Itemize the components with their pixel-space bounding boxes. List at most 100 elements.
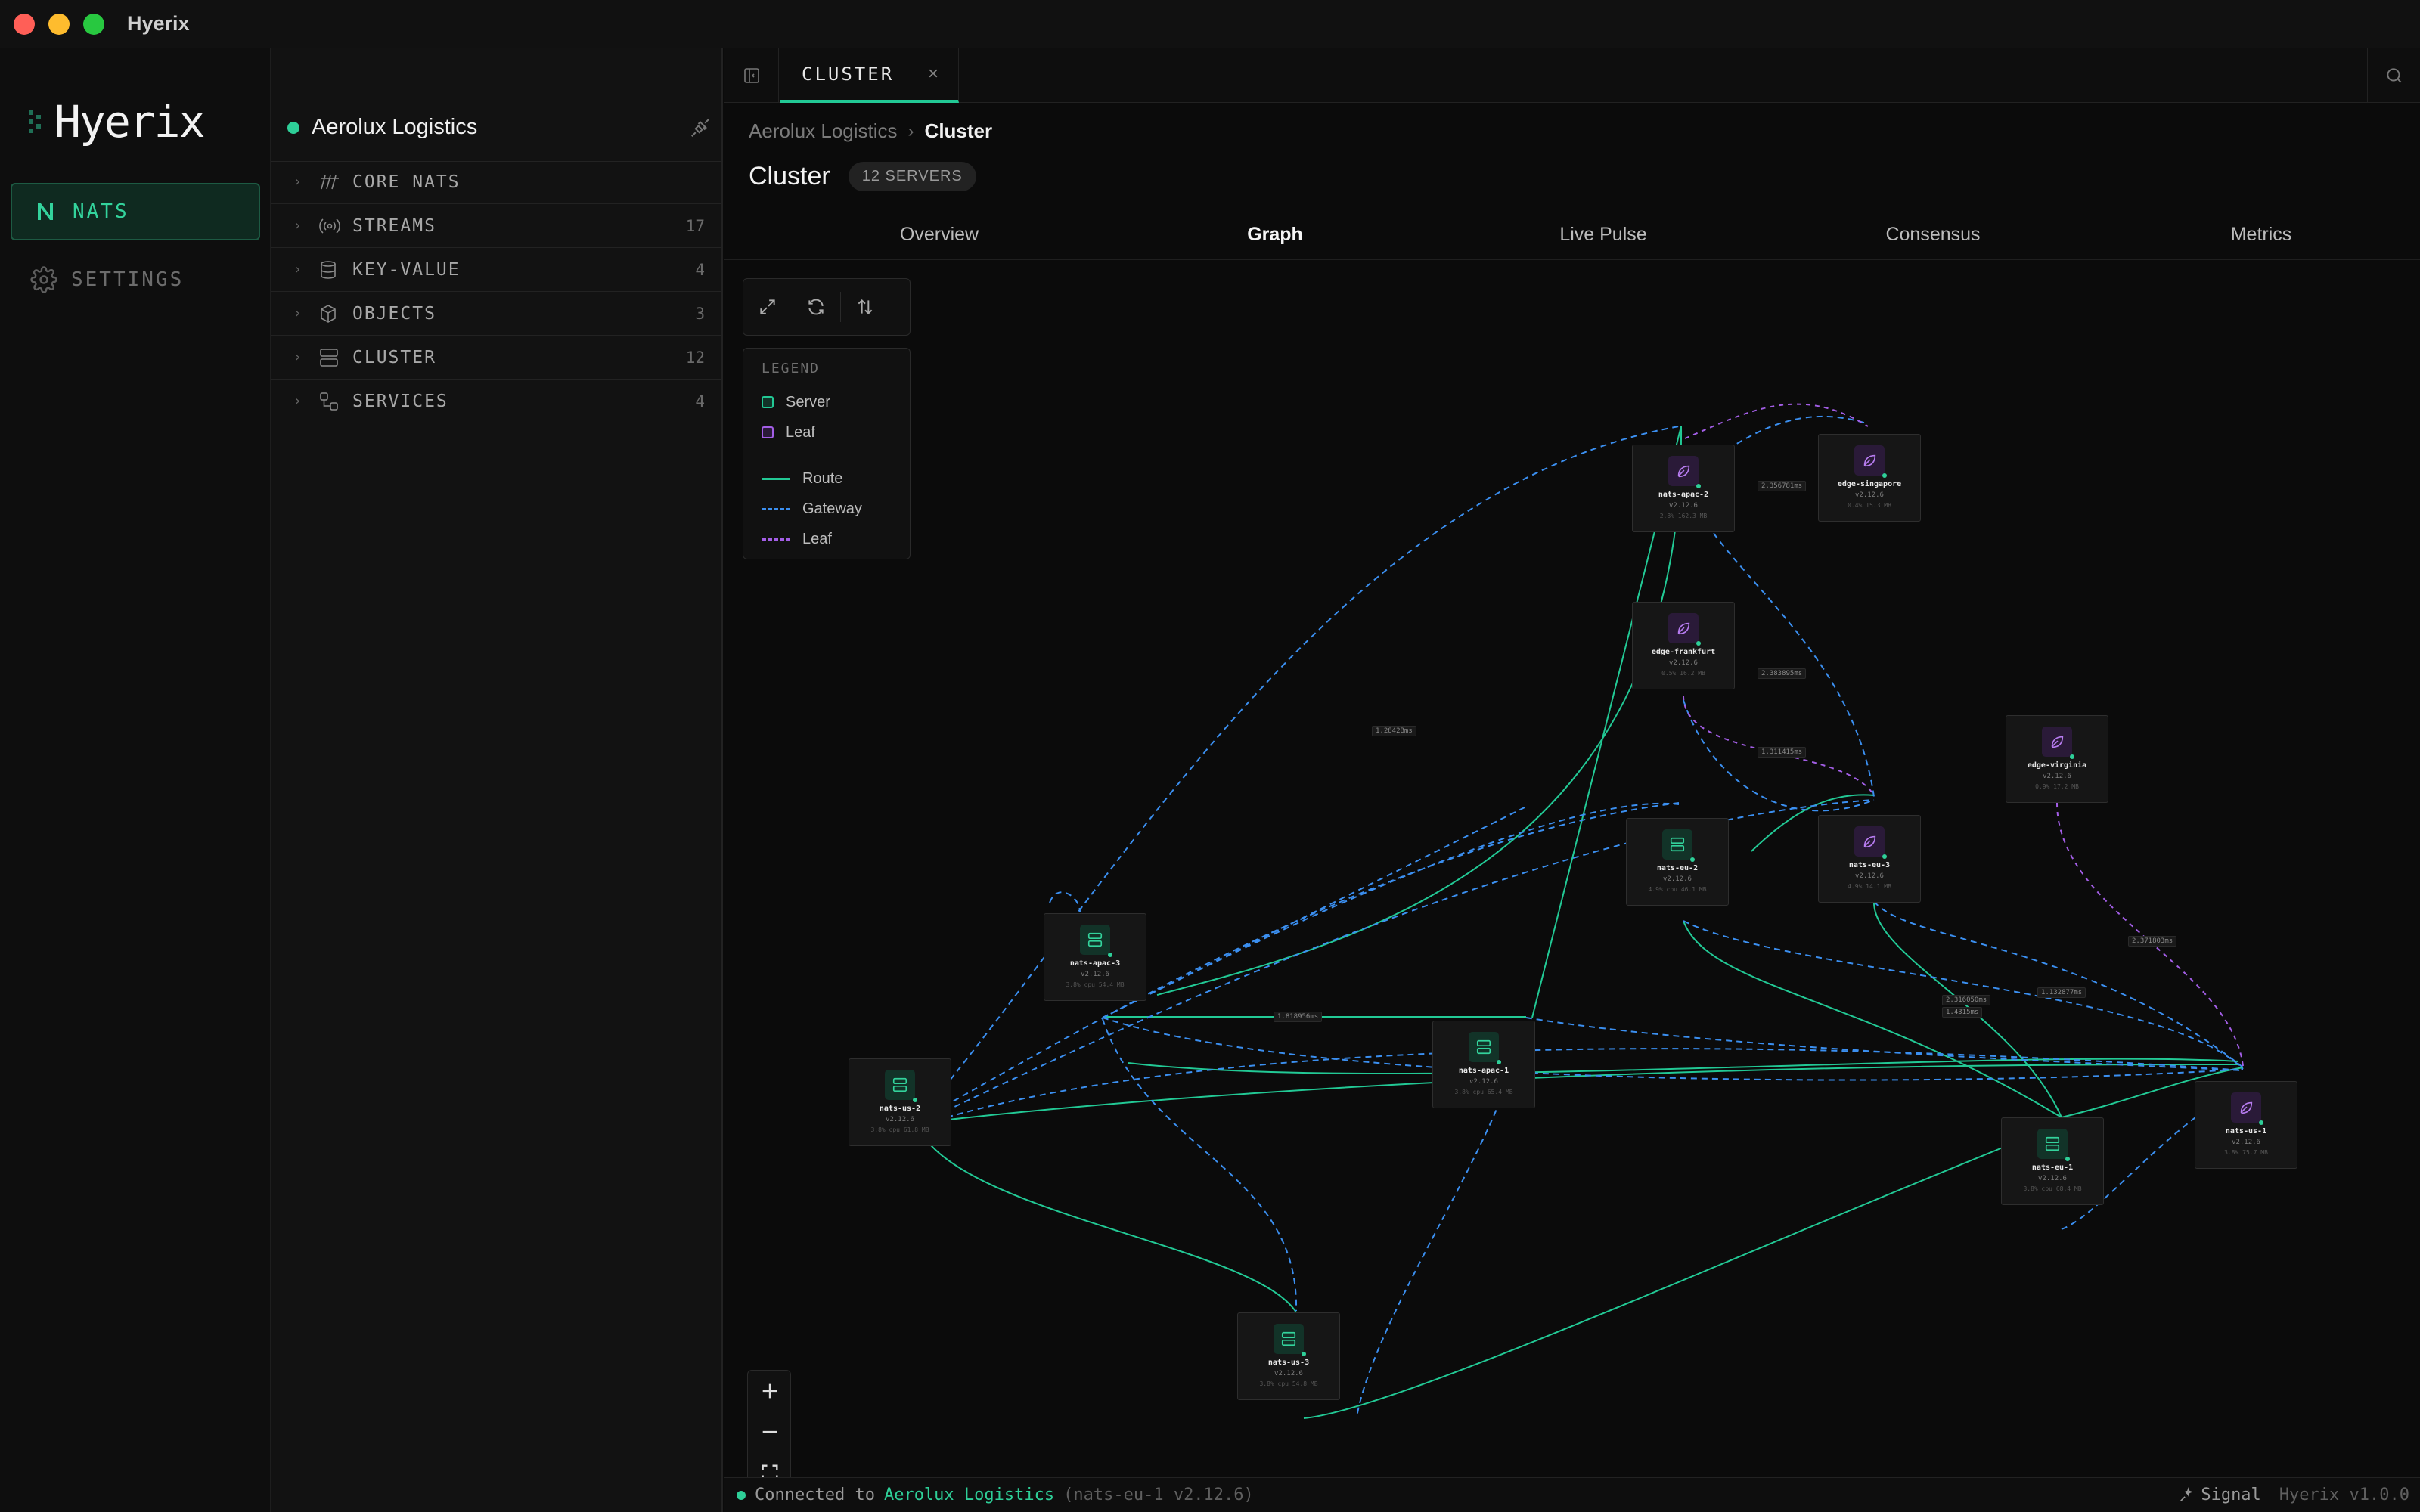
graph-node-server[interactable]: nats-apac-1 v2.12.6 3.8% cpu 65.4 MB (1432, 1021, 1535, 1108)
tab-overview[interactable]: Overview (826, 209, 1053, 260)
close-tab-icon[interactable]: × (928, 64, 958, 85)
tab-cluster[interactable]: CLUSTER × (780, 48, 959, 103)
nav-item-nats[interactable]: NATS (11, 183, 260, 240)
brand-mark-icon (26, 104, 51, 139)
route-edge (916, 1123, 1297, 1313)
tab-consensus[interactable]: Consensus (1820, 209, 2046, 260)
edge-latency-label: 2.356781ms (1758, 481, 1807, 491)
edge-latency-label: 1.132877ms (2037, 987, 2086, 998)
search-icon (2386, 68, 2401, 83)
connection-status-dot (737, 1490, 746, 1500)
graph-node-leaf[interactable]: edge-singapore v2.12.6 0.4% 15.3 MB (1818, 434, 1921, 522)
legend-label: Leaf (786, 423, 815, 441)
legend-item-route: Route (762, 463, 892, 494)
server-icon (885, 1070, 917, 1102)
graph-node-server[interactable]: nats-us-2 v2.12.6 3.8% cpu 61.8 MB (849, 1058, 951, 1146)
nav-item-nats-label: NATS (73, 200, 129, 223)
refresh-icon (808, 299, 824, 315)
node-stats: 3.8% cpu 68.4 MB (2023, 1185, 2082, 1192)
graph-node-server[interactable]: nats-apac-3 v2.12.6 3.8% cpu 54.4 MB (1044, 913, 1146, 1001)
node-name: edge-frankfurt (1651, 648, 1716, 656)
graph-node-server[interactable]: nats-us-3 v2.12.6 3.8% cpu 54.8 MB (1237, 1312, 1340, 1400)
tree-item-objects[interactable]: › OBJECTS 3 (271, 292, 723, 336)
graph-node-leaf[interactable]: edge-frankfurt v2.12.6 0.5% 16.2 MB (1632, 602, 1735, 689)
graph-node-leaf[interactable]: nats-us-1 v2.12.6 3.8% 75.7 MB (2195, 1081, 2297, 1169)
nav-item-settings[interactable]: SETTINGS (11, 251, 260, 308)
node-stats: 3.8% cpu 65.4 MB (1454, 1089, 1513, 1095)
disconnect-plug-icon[interactable] (678, 116, 723, 139)
tree-item-streams[interactable]: › STREAMS 17 (271, 204, 723, 248)
node-version: v2.12.6 (886, 1116, 914, 1123)
graph-node-leaf[interactable]: edge-virginia v2.12.6 0.9% 17.2 MB (2006, 715, 2108, 803)
zoom-in-button[interactable] (748, 1371, 792, 1411)
leaf-icon (1668, 456, 1701, 488)
edge-latency-label: 2.383895ms (1758, 668, 1807, 679)
graph-node-leaf[interactable]: nats-eu-3 v2.12.6 4.9% 14.1 MB (1818, 815, 1921, 903)
collapse-sidebar-button[interactable] (724, 48, 779, 103)
chevron-right-icon: › (293, 262, 303, 277)
node-name: edge-singapore (1837, 480, 1902, 488)
tree-item-services[interactable]: › SERVICES 4 (271, 380, 723, 423)
node-name: nats-eu-1 (2031, 1163, 2074, 1172)
minimize-window-button[interactable] (48, 14, 70, 35)
tree-item-count: 4 (695, 392, 705, 411)
database-icon (319, 260, 342, 280)
node-stats: 3.8% cpu 54.4 MB (1066, 981, 1125, 988)
node-name: nats-apac-2 (1658, 491, 1709, 499)
legend-label: Server (786, 393, 830, 411)
view-tabs: Overview Graph Live Pulse Consensus Metr… (724, 209, 2420, 260)
legend-item-gateway: Gateway (762, 494, 892, 524)
graph-node-leaf[interactable]: nats-apac-2 v2.12.6 2.8% 162.3 MB (1632, 445, 1735, 532)
edge-latency-label: 1.4315ms (1942, 1007, 1983, 1018)
sort-button[interactable] (841, 278, 889, 336)
leaf-icon (1668, 613, 1701, 646)
maximize-window-button[interactable] (83, 14, 104, 35)
window-title: Hyerix (127, 12, 190, 35)
tree-item-core-nats[interactable]: › CORE NATS (271, 160, 723, 204)
node-name: nats-apac-3 (1069, 959, 1121, 968)
search-button[interactable] (2367, 48, 2420, 103)
tree-item-cluster[interactable]: › CLUSTER 12 (271, 336, 723, 380)
node-stats: 4.9% cpu 46.1 MB (1648, 886, 1707, 893)
legend-label: Gateway (802, 500, 862, 517)
expand-button[interactable] (743, 278, 792, 336)
status-bar: Connected to Aerolux Logistics (nats-eu-… (724, 1477, 2420, 1512)
server-icon (319, 348, 342, 367)
node-stats: 0.4% 15.3 MB (1848, 502, 1891, 509)
tree-item-label: CORE NATS (352, 172, 461, 192)
minus-icon (762, 1430, 777, 1433)
tab-live-pulse[interactable]: Live Pulse (1490, 209, 1717, 260)
node-version: v2.12.6 (1855, 872, 1884, 880)
route-line-swatch (762, 477, 790, 480)
zoom-out-button[interactable] (748, 1411, 792, 1452)
nav-item-settings-label: SETTINGS (71, 268, 185, 291)
cube-icon (319, 304, 342, 324)
legend-item-leaf-edge: Leaf (762, 524, 892, 554)
node-version: v2.12.6 (2038, 1175, 2067, 1182)
core-nats-icon (319, 174, 342, 191)
signal-button[interactable]: Signal (2178, 1486, 2261, 1504)
tab-graph[interactable]: Graph (1162, 209, 1388, 260)
tab-bar: CLUSTER × (724, 48, 2420, 103)
breadcrumb-parent[interactable]: Aerolux Logistics (749, 119, 898, 143)
refresh-button[interactable] (792, 278, 840, 336)
node-version: v2.12.6 (1274, 1370, 1303, 1377)
route-edge (1128, 1058, 2239, 1075)
cluster-graph[interactable]: 2.356781ms 1.2842Bms 2.383895ms 1.311415… (724, 262, 2420, 1498)
server-swatch (762, 396, 774, 408)
graph-node-server[interactable]: nats-eu-1 v2.12.6 3.8% cpu 68.4 MB (2001, 1117, 2104, 1205)
left-rail: Hyerix NATS SETTINGS (0, 48, 271, 1512)
node-name: nats-us-2 (879, 1105, 921, 1113)
tab-metrics[interactable]: Metrics (2148, 209, 2375, 260)
leaf-swatch (762, 426, 774, 438)
chevron-right-icon: › (293, 174, 303, 190)
close-window-button[interactable] (14, 14, 35, 35)
node-stats: 4.9% 14.1 MB (1848, 883, 1891, 890)
gateway-line-swatch (762, 507, 790, 510)
connection-header[interactable]: Aerolux Logistics (271, 94, 723, 162)
resource-tree: › CORE NATS › STREAMS 17 › KEY-VALUE 4 ›… (271, 160, 723, 423)
gateway-edge (1873, 900, 2244, 1068)
node-stats: 3.8% 75.7 MB (2224, 1149, 2268, 1156)
tree-item-key-value[interactable]: › KEY-VALUE 4 (271, 248, 723, 292)
graph-node-server[interactable]: nats-eu-2 v2.12.6 4.9% cpu 46.1 MB (1626, 818, 1729, 906)
